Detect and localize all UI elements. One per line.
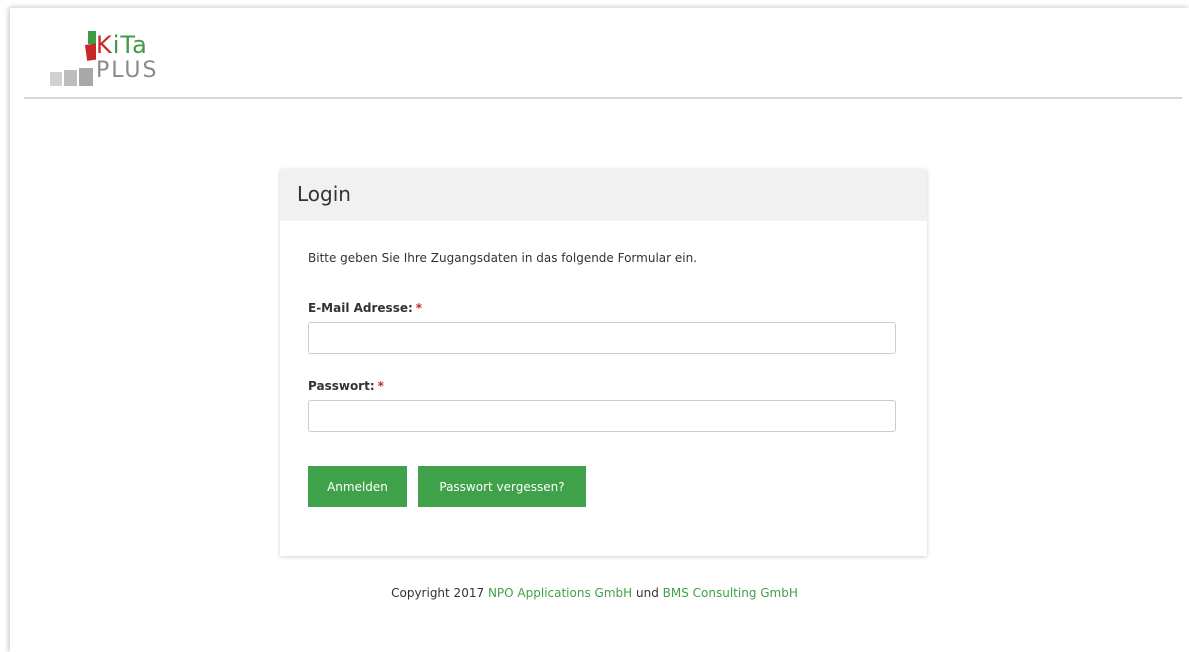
login-title: Login (297, 182, 351, 206)
password-field[interactable] (308, 400, 896, 432)
required-marker: * (377, 379, 384, 393)
login-instructions: Bitte geben Sie Ihre Zugangsdaten in das… (308, 251, 698, 265)
footer-conjunction: und (635, 586, 659, 600)
email-field[interactable] (308, 322, 896, 354)
copyright-text: Copyright 2017 (391, 586, 485, 600)
logo-text-plus: PLUS (96, 58, 159, 83)
login-button[interactable]: Anmelden (308, 466, 407, 507)
login-card-header: Login (280, 169, 927, 221)
header (24, 0, 1182, 99)
footer: Copyright 2017 NPO Applications GmbH und… (0, 586, 1189, 600)
email-label: E-Mail Adresse: * (308, 301, 423, 315)
logo-text-kita: KiTa (96, 31, 148, 59)
bms-consulting-link[interactable]: BMS Consulting GmbH (663, 586, 798, 600)
kita-plus-logo: KiTa PLUS (46, 31, 186, 93)
password-label: Passwort: * (308, 379, 384, 393)
logo-squares-icon (50, 31, 96, 86)
forgot-password-button[interactable]: Passwort vergessen? (418, 466, 586, 507)
npo-applications-link[interactable]: NPO Applications GmbH (488, 586, 632, 600)
login-card: Login Bitte geben Sie Ihre Zugangsdaten … (280, 169, 927, 556)
required-marker: * (415, 301, 423, 315)
